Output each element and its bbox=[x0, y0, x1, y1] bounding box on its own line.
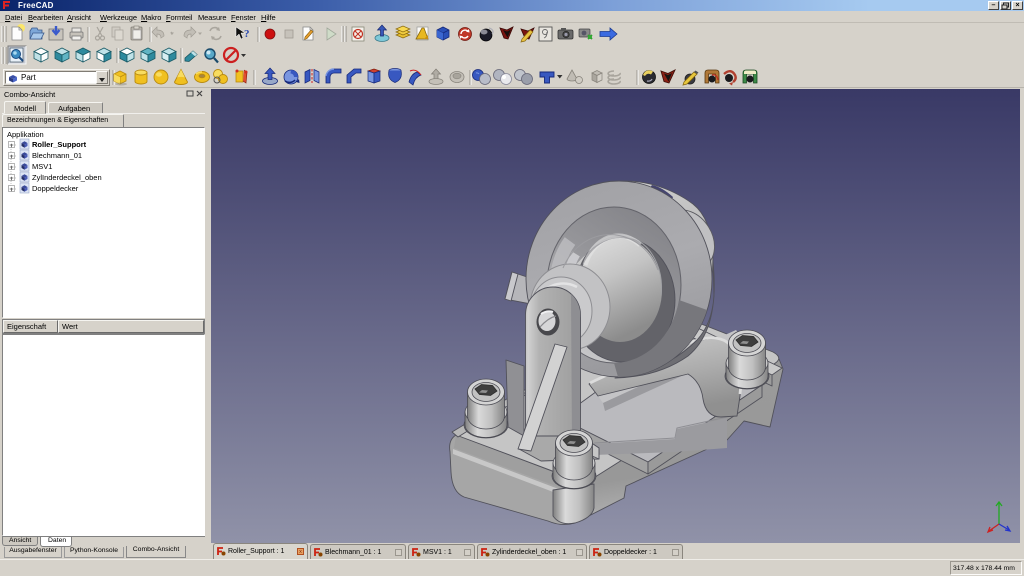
svg-text:?: ? bbox=[244, 28, 250, 40]
